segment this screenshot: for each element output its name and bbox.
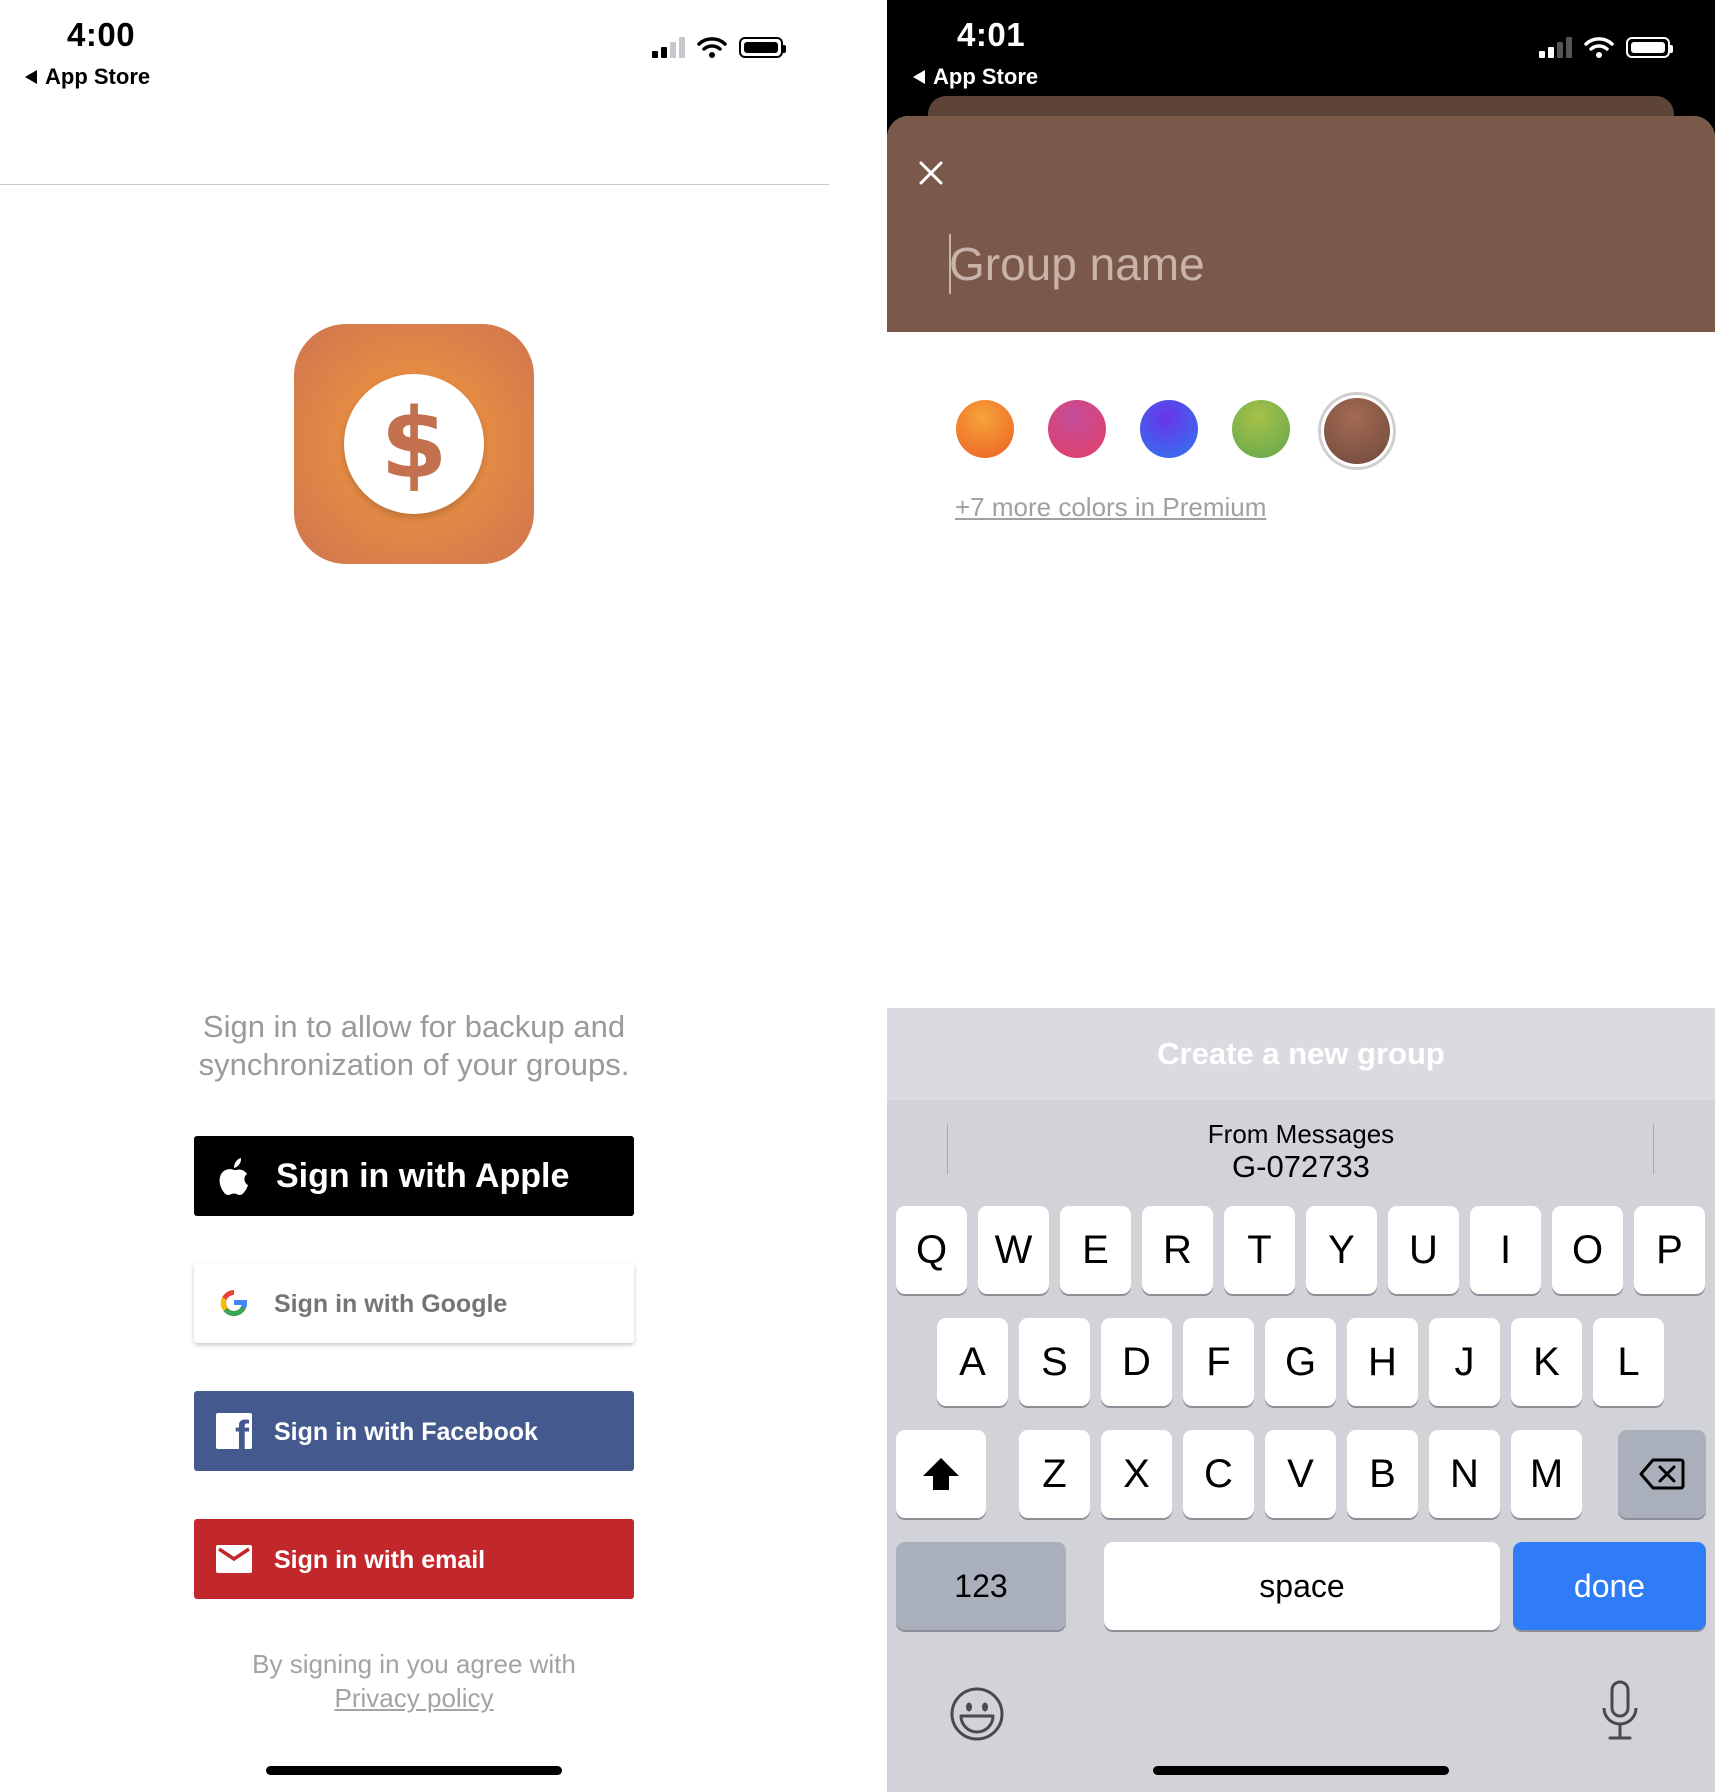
- shift-arrow-icon: [923, 1458, 959, 1490]
- key-w[interactable]: W: [978, 1206, 1049, 1294]
- sign-in-google-label: Sign in with Google: [274, 1290, 508, 1318]
- battery-icon: [739, 37, 786, 58]
- nav-divider: [0, 184, 829, 185]
- privacy-policy-link[interactable]: Privacy policy: [335, 1683, 494, 1713]
- back-arrow-icon: [913, 70, 925, 84]
- color-swatch-blue[interactable]: [1140, 400, 1198, 458]
- google-logo-icon: [220, 1290, 247, 1316]
- close-icon[interactable]: [919, 161, 943, 185]
- premium-colors-link[interactable]: +7 more colors in Premium: [955, 492, 1266, 523]
- key-y[interactable]: Y: [1306, 1206, 1377, 1294]
- sign-in-description: Sign in to allow for backup and synchron…: [198, 1009, 630, 1082]
- sheet-header: [887, 116, 1715, 332]
- key-c[interactable]: C: [1183, 1430, 1254, 1518]
- key-l[interactable]: L: [1593, 1318, 1664, 1406]
- key-n[interactable]: N: [1429, 1430, 1500, 1518]
- key-o[interactable]: O: [1552, 1206, 1623, 1294]
- dollar-sign-icon: $: [344, 374, 484, 514]
- key-g[interactable]: G: [1265, 1318, 1336, 1406]
- sign-in-screen: 4:00 App Store $ Sign in to allow for ba…: [0, 0, 829, 1792]
- wifi-icon: [697, 37, 727, 58]
- sign-in-email-label: Sign in with email: [274, 1546, 486, 1574]
- emoji-icon[interactable]: [949, 1686, 1005, 1742]
- create-group-screen: 4:01 App Store Group name +7 more colors…: [887, 0, 1715, 1792]
- selected-color-fill: [1324, 398, 1390, 464]
- sign-in-apple-label: Sign in with Apple: [276, 1157, 570, 1195]
- app-icon: $: [294, 324, 534, 564]
- sign-in-facebook-label: Sign in with Facebook: [274, 1418, 538, 1446]
- key-j[interactable]: J: [1429, 1318, 1500, 1406]
- suggestion-divider-left: [947, 1124, 948, 1174]
- screen-gap: [829, 0, 887, 1792]
- status-icons: [1539, 36, 1673, 58]
- status-icons: [652, 36, 786, 58]
- back-arrow-icon: [25, 70, 37, 84]
- key-a[interactable]: A: [937, 1318, 1008, 1406]
- space-key[interactable]: space: [1104, 1542, 1500, 1630]
- key-z[interactable]: Z: [1019, 1430, 1090, 1518]
- facebook-logo-icon: f: [216, 1413, 252, 1449]
- key-d[interactable]: D: [1101, 1318, 1172, 1406]
- shift-key[interactable]: [896, 1430, 986, 1518]
- keyboard-area: Create a new group From Messages G-07273…: [887, 1008, 1715, 1792]
- key-b[interactable]: B: [1347, 1430, 1418, 1518]
- back-label: App Store: [933, 64, 1039, 89]
- color-swatch-orange[interactable]: [956, 400, 1014, 458]
- suggestion-title: From Messages: [1207, 1119, 1395, 1149]
- sign-in-facebook-button[interactable]: f Sign in with Facebook: [194, 1391, 634, 1471]
- status-time: 4:00: [67, 16, 136, 53]
- key-e[interactable]: E: [1060, 1206, 1131, 1294]
- sign-in-email-button[interactable]: Sign in with email: [194, 1519, 634, 1599]
- done-key[interactable]: done: [1513, 1542, 1706, 1630]
- key-p[interactable]: P: [1634, 1206, 1705, 1294]
- cellular-signal-icon: [652, 37, 685, 58]
- group-name-input[interactable]: [949, 232, 1649, 296]
- delete-key[interactable]: [1618, 1430, 1706, 1518]
- color-swatch-green[interactable]: [1232, 400, 1290, 458]
- key-i[interactable]: I: [1470, 1206, 1541, 1294]
- status-time: 4:01: [957, 16, 1026, 53]
- key-x[interactable]: X: [1101, 1430, 1172, 1518]
- back-to-app-store[interactable]: App Store: [25, 64, 150, 90]
- suggestion-value: G-072733: [1232, 1149, 1370, 1184]
- sign-in-google-button[interactable]: Sign in with Google: [194, 1263, 634, 1343]
- apple-logo-icon: [219, 1158, 248, 1195]
- key-k[interactable]: K: [1511, 1318, 1582, 1406]
- key-r[interactable]: R: [1142, 1206, 1213, 1294]
- sign-in-apple-button[interactable]: Sign in with Apple: [194, 1136, 634, 1216]
- privacy-policy-link-wrap: Privacy policy: [180, 1681, 648, 1715]
- wifi-icon: [1584, 37, 1614, 58]
- key-s[interactable]: S: [1019, 1318, 1090, 1406]
- cellular-signal-icon: [1539, 37, 1572, 58]
- key-v[interactable]: V: [1265, 1430, 1336, 1518]
- backspace-icon: [1639, 1458, 1685, 1490]
- color-swatch-brown-selected[interactable]: [1318, 392, 1396, 470]
- key-u[interactable]: U: [1388, 1206, 1459, 1294]
- battery-icon: [1626, 37, 1673, 58]
- home-indicator: [1153, 1766, 1449, 1775]
- autofill-suggestion[interactable]: From Messages G-072733: [1001, 1118, 1601, 1184]
- key-f[interactable]: F: [1183, 1318, 1254, 1406]
- envelope-icon: [216, 1545, 252, 1573]
- key-t[interactable]: T: [1224, 1206, 1295, 1294]
- numbers-key[interactable]: 123: [896, 1542, 1066, 1630]
- key-m[interactable]: M: [1511, 1430, 1582, 1518]
- key-q[interactable]: Q: [896, 1206, 967, 1294]
- back-label: App Store: [45, 64, 151, 89]
- home-indicator: [266, 1766, 562, 1775]
- terms-text: By signing in you agree with: [252, 1649, 576, 1679]
- key-h[interactable]: H: [1347, 1318, 1418, 1406]
- create-group-label: Create a new group: [1157, 1036, 1445, 1071]
- create-group-button[interactable]: Create a new group: [887, 1008, 1715, 1100]
- suggestion-divider-right: [1653, 1124, 1654, 1174]
- microphone-icon[interactable]: [1600, 1680, 1640, 1744]
- color-swatch-pink[interactable]: [1048, 400, 1106, 458]
- back-to-app-store[interactable]: App Store: [913, 64, 1038, 90]
